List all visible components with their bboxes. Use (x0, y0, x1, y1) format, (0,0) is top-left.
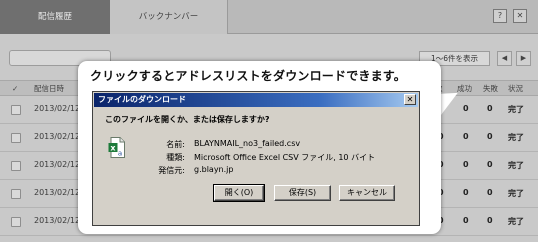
type-label: 種類: (166, 153, 185, 162)
source-label: 発信元: (158, 166, 185, 175)
row-status: 完了 (508, 189, 524, 198)
row-fail: 0 (487, 160, 493, 169)
row-success: 0 (463, 160, 469, 169)
row-fail: 0 (487, 216, 493, 225)
file-type-value: Microsoft Office Excel CSV ファイル, 10 バイト (194, 153, 376, 162)
row-fail: 0 (487, 188, 493, 197)
row-success: 0 (463, 216, 469, 225)
tab-back-numbers[interactable]: バックナンバー (110, 0, 228, 34)
source-value: g.blayn.jp (194, 165, 234, 174)
row-success: 0 (463, 132, 469, 141)
file-name-value: BLAYNMAIL_no3_failed.csv (194, 139, 301, 148)
row-checkbox[interactable] (11, 133, 21, 143)
row-date: 2013/02/12 (34, 160, 81, 169)
tab-bar: 配信履歴 バックナンバー ? ✕ (0, 0, 538, 34)
row-success: 0 (463, 104, 469, 113)
row-success: 0 (463, 188, 469, 197)
dialog-title: ファイルのダウンロード (98, 95, 186, 104)
row-date: 2013/02/12 (34, 132, 81, 141)
open-button[interactable]: 開く(O) (213, 184, 265, 202)
file-download-dialog: ファイルのダウンロード ✕ このファイルを開くか、または保存しますか? x a … (92, 91, 420, 226)
name-label: 名前: (166, 140, 185, 149)
dialog-titlebar[interactable]: ファイルのダウンロード ✕ (94, 93, 418, 107)
row-status: 完了 (508, 105, 524, 114)
excel-csv-file-icon: x a (108, 137, 125, 158)
next-page-button[interactable]: ▶ (516, 51, 531, 66)
row-date: 2013/02/12 (34, 216, 81, 225)
svg-text:a: a (118, 150, 122, 158)
tab-delivery-history[interactable]: 配信履歴 (0, 0, 110, 34)
prev-page-button[interactable]: ◀ (497, 51, 512, 66)
close-icon[interactable]: ✕ (513, 9, 527, 23)
header-date: 配信日時 (34, 84, 64, 93)
row-fail: 0 (487, 104, 493, 113)
dialog-question: このファイルを開くか、または保存しますか? (105, 115, 270, 124)
header-check: ✓ (12, 84, 19, 93)
cancel-button[interactable]: キャンセル (339, 185, 395, 201)
header-fail: 失敗 (483, 84, 498, 93)
header-success: 成功 (457, 84, 472, 93)
row-checkbox[interactable] (11, 105, 21, 115)
dialog-close-button[interactable]: ✕ (404, 94, 416, 105)
row-checkbox[interactable] (11, 189, 21, 199)
row-status: 完了 (508, 133, 524, 142)
save-button[interactable]: 保存(S) (274, 185, 331, 201)
svg-text:x: x (110, 144, 116, 153)
row-status: 完了 (508, 217, 524, 226)
row-date: 2013/02/12 (34, 188, 81, 197)
callout-text: クリックするとアドレスリストをダウンロードできます。 (90, 69, 407, 83)
row-date: 2013/02/12 (34, 104, 81, 113)
row-status: 完了 (508, 161, 524, 170)
row-checkbox[interactable] (11, 161, 21, 171)
header-status: 状況 (508, 84, 523, 93)
row-checkbox[interactable] (11, 217, 21, 227)
help-icon[interactable]: ? (493, 9, 507, 23)
row-fail: 0 (487, 132, 493, 141)
